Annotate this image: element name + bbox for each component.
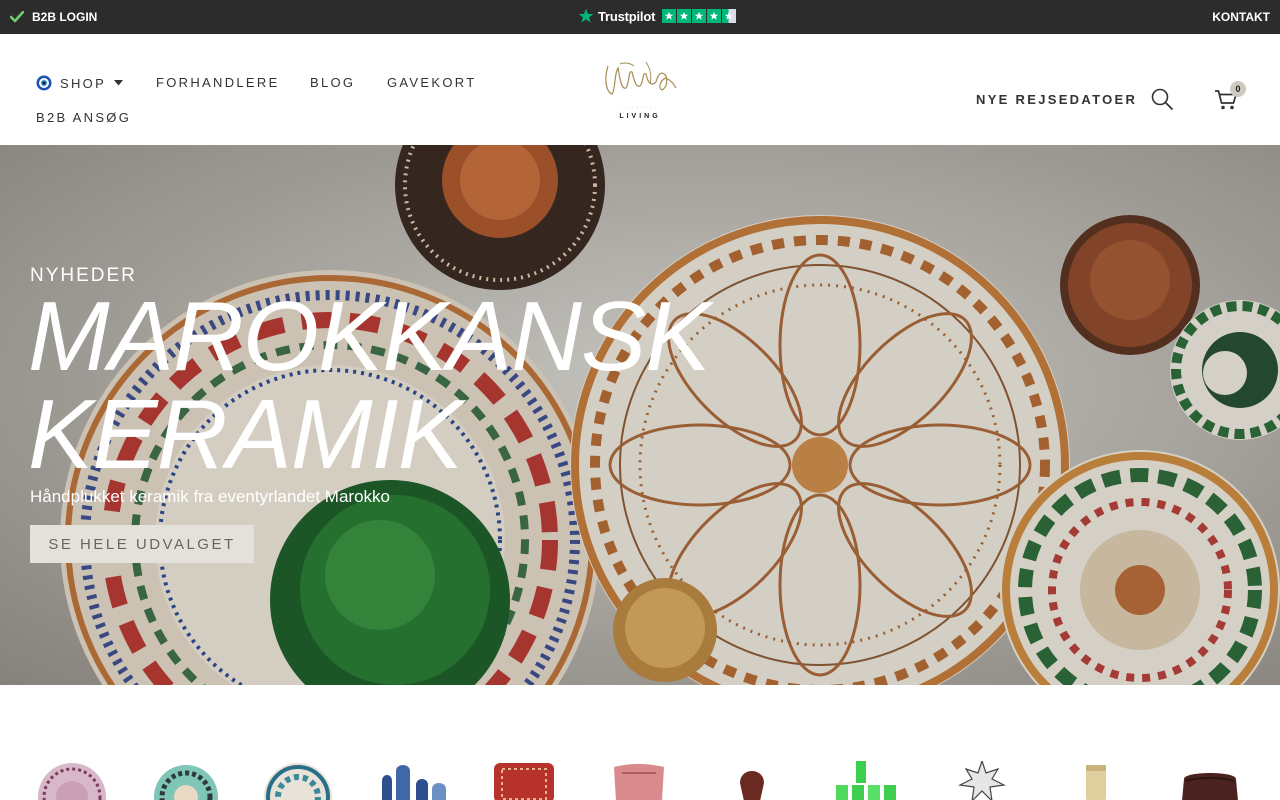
- nav-shop-label: SHOP: [60, 75, 107, 91]
- jug-icon[interactable]: [716, 761, 788, 800]
- logo-tagline: · · · · · · · ·: [623, 105, 657, 110]
- trustpilot-star-icon: [578, 8, 594, 23]
- nav-nye-rejsedatoer[interactable]: NYE REJSEDATOER: [976, 92, 1137, 107]
- evil-eye-icon: [36, 75, 52, 91]
- blue-plate-icon[interactable]: [262, 761, 334, 800]
- teal-plate-icon[interactable]: [150, 761, 222, 800]
- logo-signature-icon: [605, 61, 677, 95]
- hero-title: MAROKKANSK KERAMIK: [28, 281, 711, 489]
- green-glasses-icon[interactable]: [830, 761, 902, 800]
- chevron-down-icon: [114, 80, 124, 86]
- nav-shop[interactable]: SHOP: [36, 75, 124, 91]
- rating-star-icon: [707, 9, 722, 23]
- hero-title-line-1: MAROKKANSK: [28, 281, 711, 391]
- hero-banner: NYHEDER MAROKKANSK KERAMIK Håndplukket k…: [0, 145, 1280, 685]
- vases-icon[interactable]: [376, 761, 448, 800]
- logo-text: LIVING: [619, 113, 661, 120]
- pillow-icon[interactable]: [602, 761, 674, 800]
- b2b-login-link[interactable]: B2B LOGIN: [10, 10, 97, 24]
- cart-count-badge: 0: [1230, 81, 1246, 97]
- nav-b2b-ansog[interactable]: B2B ANSØG: [36, 110, 131, 125]
- candle-icon[interactable]: [1060, 761, 1132, 800]
- top-bar: B2B LOGIN Trustpilot KONTAKT: [0, 0, 1280, 34]
- rating-star-icon: [662, 9, 677, 23]
- check-icon: [10, 11, 24, 23]
- star-lamp-icon[interactable]: [946, 761, 1018, 800]
- category-strip: [0, 685, 1280, 800]
- search-icon[interactable]: [1150, 87, 1174, 111]
- b2b-login-label: B2B LOGIN: [32, 10, 98, 24]
- rug-icon[interactable]: [488, 761, 560, 800]
- kontakt-link[interactable]: KONTAKT: [1212, 10, 1270, 24]
- trustpilot-name: Trustpilot: [598, 8, 656, 24]
- hero-subtitle: Håndplukket keramik fra eventyrlandet Ma…: [30, 487, 390, 506]
- rating-half-star-icon: [722, 9, 737, 23]
- trustpilot-rating-stars: [662, 9, 737, 23]
- rating-star-icon: [677, 9, 692, 23]
- nav-gavekort[interactable]: GAVEKORT: [387, 75, 476, 90]
- plate-icon[interactable]: [36, 761, 108, 800]
- pouf-icon[interactable]: [1174, 761, 1246, 800]
- main-header: SHOP FORHANDLERE BLOG GAVEKORT B2B ANSØG…: [0, 34, 1280, 145]
- trustpilot-badge[interactable]: Trustpilot: [578, 8, 737, 24]
- see-all-button[interactable]: SE HELE UDVALGET: [30, 525, 254, 563]
- rating-star-icon: [692, 9, 707, 23]
- nav-blog[interactable]: BLOG: [310, 75, 355, 90]
- nav-forhandlere[interactable]: FORHANDLERE: [156, 75, 280, 90]
- site-logo[interactable]: · · · · · · · · LIVING: [600, 58, 680, 122]
- hero-title-line-2: KERAMIK: [28, 379, 463, 489]
